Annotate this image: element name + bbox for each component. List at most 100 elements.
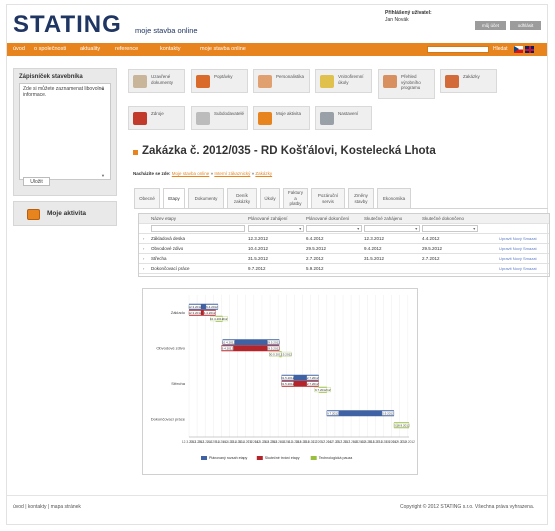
nav-item-about[interactable]: o společnosti [34,43,66,56]
table-row[interactable]: › Dokončovací práce 9.7.2012 5.9.2012 Up… [139,264,549,274]
bar-end-label: 10.4.2012 [210,317,224,321]
column-header[interactable]: Plánované zahájení [248,214,288,224]
tab-label: Etapy [168,195,180,201]
table-row[interactable]: › Střecha 31.5.2012 2.7.2012 31.5.2012 2… [139,254,549,264]
logout-button[interactable]: odhlásit [510,21,541,30]
column-header[interactable]: Název etapy [151,214,176,224]
row-actions[interactable]: Upravit Nový Smazat [499,244,537,254]
tab-diary[interactable]: Deník zakázky [227,188,257,209]
tab-label: Úkoly [264,195,276,201]
logo[interactable]: STATING [13,13,122,37]
tile-settings[interactable]: Nastavení [315,106,372,130]
chevron-down-icon: ▼ [298,227,302,231]
notepad-title: Zápisníček stavebníka [19,74,83,80]
activity-label: Moje aktivita [47,210,87,217]
column-header[interactable]: Plánované dokončení [306,214,349,224]
tab-label: Deník zakázky [233,193,251,204]
column-header[interactable]: Skutečné dokončeno [422,214,464,224]
flag-uk-icon[interactable] [525,46,534,53]
scroll-up-icon[interactable]: ▲ [101,86,107,91]
tile-label: Přehled výrobního programu [401,74,421,90]
main-nav: úvod o společnosti aktuality reference k… [7,43,547,56]
cell-date: 4.4.2012 [422,236,440,241]
title-bullet-icon [133,150,138,155]
nav-item-references[interactable]: reference [115,43,138,56]
row-actions[interactable]: Upravit Nový Smazat [499,254,537,264]
row-actions[interactable]: Upravit Nový Smazat [499,264,537,274]
resources-icon [133,112,147,125]
filter-select[interactable]: ▼ [306,225,362,232]
tile-resources[interactable]: Zdroje [128,106,185,130]
expand-icon[interactable]: › [143,254,144,264]
cell-date: 2.7.2012 [306,256,324,261]
tile-orders[interactable]: Zakázky [440,69,497,93]
expand-icon[interactable]: › [143,244,144,254]
flag-cz-icon[interactable] [514,46,523,53]
tab-service[interactable]: Pozáruční servis [311,188,345,209]
tile-internal-tasks[interactable]: Vnitrofiremní úkoly [315,69,372,93]
table-filter-row: ▼ ▼ ▼ ▼ [139,224,549,234]
tab-invoices[interactable]: Faktury a platby [283,188,308,209]
table-row[interactable]: › Obvodové zdivo 10.4.2012 29.5.2012 9.4… [139,244,549,254]
tile-personnel[interactable]: Personalistika [253,69,310,93]
tab-tasks[interactable]: Úkoly [260,188,280,209]
tile-subcontractors[interactable]: Subdodavatelé [191,106,248,130]
tab-changes[interactable]: Změny stavby [348,188,374,209]
column-header[interactable]: Skutečné zahájeno [364,214,402,224]
expand-icon[interactable]: › [143,234,144,244]
cell-stage-name: Dokončovací práce [151,266,190,271]
filter-input[interactable] [151,225,245,232]
bar-end-label: 29.5.2012 [267,346,281,350]
tab-stages[interactable]: Etapy [163,188,185,209]
bar-end-label: 30.5.2012 [269,352,283,356]
tile-production-overview[interactable]: Přehled výrobního programu [378,69,435,99]
breadcrumb-link[interactable]: Interní zákaznický [214,171,250,176]
page-title: Zakázka č. 2012/035 - RD Košťálovi, Kost… [142,145,436,157]
legend-swatch [310,456,317,460]
tile-documents[interactable]: Uzavřené dokumenty [128,69,185,93]
cell-stage-name: Obvodové zdivo [151,246,184,251]
activity-panel[interactable]: Moje aktivita [13,201,117,226]
tile-label: Poptávky [214,74,233,79]
cell-stage-name: Základová deska [151,236,186,241]
tile-label: Uzavřené dokumenty [151,74,174,85]
footer-links[interactable]: úvod | kontakty | mapa stránek [13,504,81,510]
bar-start-label: 12.3.2012 [188,311,202,315]
nav-item-contacts[interactable]: kontakty [160,43,180,56]
breadcrumb-link[interactable]: Moje stavba online [172,171,210,176]
filter-select[interactable]: ▼ [248,225,304,232]
row-actions[interactable]: Upravit Nový Smazat [499,234,537,244]
cell-date: 6.4.2012 [306,236,324,241]
nav-item-my-build[interactable]: moje stavba online [200,43,246,56]
search-button[interactable]: Hledat [493,43,507,56]
tab-label: Obecné [139,195,155,201]
filter-select[interactable]: ▼ [364,225,420,232]
chevron-down-icon: ▼ [414,227,418,231]
bar-end-label: 9.7.2012 [315,388,327,392]
notepad-textarea[interactable]: Zde si můžete zaznamenat libovolné infor… [19,83,111,180]
header: STATING moje stavba online Přihlášený už… [7,5,547,39]
filter-select[interactable]: ▼ [422,225,478,232]
tab-economics[interactable]: Ekonomika [377,188,411,209]
search-input[interactable] [427,46,489,53]
user-info: Přihlášený uživatel: Jan Novák [385,10,432,24]
notepad-save-button[interactable]: Uložit [23,177,50,186]
scroll-down-icon[interactable]: ▼ [101,173,107,178]
chevron-down-icon: ▼ [472,227,476,231]
tabs-divider [134,208,548,209]
page: STATING moje stavba online Přihlášený už… [6,4,550,525]
tab-label: Dokumenty [194,195,218,201]
nav-item-home[interactable]: úvod [13,43,25,56]
profile-button[interactable]: můj účet [475,21,506,30]
tab-general[interactable]: Obecné [134,188,160,209]
breadcrumb-link[interactable]: Zakázky [255,171,272,176]
tile-inquiries[interactable]: Poptávky [191,69,248,93]
tab-documents[interactable]: Dokumenty [188,188,224,209]
tile-my-activity[interactable]: Moje aktivita [253,106,310,130]
nav-item-news[interactable]: aktuality [80,43,100,56]
expand-icon[interactable]: › [143,264,144,274]
bar-end-label: 2.7.2012 [307,376,319,380]
breadcrumb: Nacházíte se zde: Moje stavba online » I… [133,171,273,176]
tasks-icon [320,75,334,88]
table-row[interactable]: › Základová deska 12.3.2012 6.4.2012 12.… [139,234,549,244]
